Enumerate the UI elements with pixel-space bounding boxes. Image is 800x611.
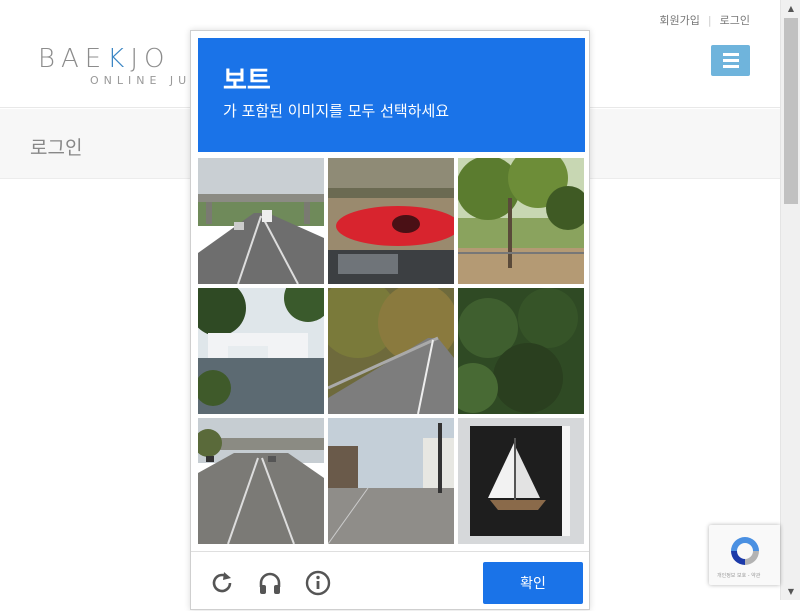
site-logo[interactable]: BAEKJO ONLINE JU	[38, 44, 191, 87]
logo-main-text: BAEKJO	[38, 44, 171, 74]
captcha-tile-9[interactable]	[458, 418, 584, 544]
recaptcha-badge-text[interactable]: 개인정보 보호 - 약관	[717, 572, 760, 579]
login-link[interactable]: 로그인	[720, 12, 750, 28]
menu-icon	[722, 53, 739, 56]
headphones-icon[interactable]	[257, 570, 283, 596]
captcha-tile-4[interactable]	[198, 288, 324, 414]
recaptcha-badge[interactable]: 개인정보 보호 - 약관	[709, 525, 780, 585]
captcha-tile-6[interactable]	[458, 288, 584, 414]
captcha-instruction: 가 포함된 이미지를 모두 선택하세요	[223, 102, 450, 120]
top-links: 회원가입 | 로그인	[659, 12, 750, 28]
logo-sub-text: ONLINE JU	[90, 74, 192, 87]
captcha-target-word: 보트	[223, 66, 271, 96]
scroll-up-arrow-icon[interactable]: ▲	[781, 0, 800, 17]
signup-link[interactable]: 회원가입	[659, 12, 699, 28]
info-icon[interactable]	[305, 570, 331, 596]
captcha-image-grid	[198, 158, 585, 546]
reload-icon[interactable]	[209, 570, 235, 596]
captcha-tile-5[interactable]	[328, 288, 454, 414]
captcha-dialog: 보트 가 포함된 이미지를 모두 선택하세요 확인	[190, 30, 590, 610]
verify-button[interactable]: 확인	[483, 562, 583, 604]
recaptcha-logo-icon	[731, 537, 759, 565]
vertical-scrollbar[interactable]: ▲ ▼	[780, 0, 800, 600]
captcha-header: 보트 가 포함된 이미지를 모두 선택하세요	[198, 38, 585, 152]
captcha-tile-8[interactable]	[328, 418, 454, 544]
hamburger-menu-button[interactable]	[711, 45, 750, 76]
scrollbar-thumb[interactable]	[784, 18, 798, 204]
separator: |	[707, 13, 712, 27]
captcha-tile-7[interactable]	[198, 418, 324, 544]
scroll-down-arrow-icon[interactable]: ▼	[781, 583, 800, 600]
page-title: 로그인	[30, 137, 83, 159]
captcha-tile-2[interactable]	[328, 158, 454, 284]
captcha-tile-1[interactable]	[198, 158, 324, 284]
captcha-tile-3[interactable]	[458, 158, 584, 284]
captcha-footer: 확인	[191, 551, 589, 611]
